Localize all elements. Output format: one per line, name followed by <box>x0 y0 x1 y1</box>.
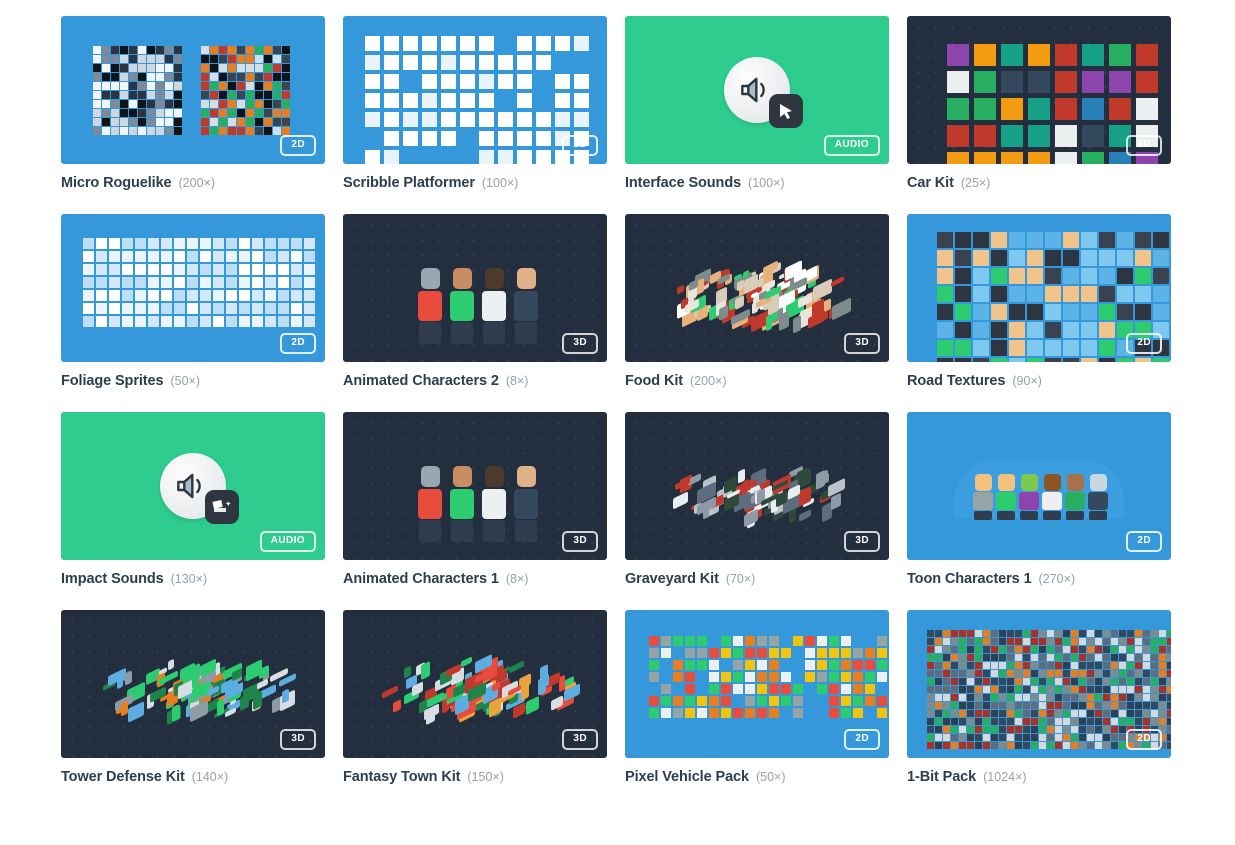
asset-pack-title[interactable]: Toon Characters 1 <box>907 571 1032 587</box>
asset-pack-card[interactable]: 2D 1-Bit Pack (1024×) <box>907 610 1171 785</box>
asset-pack-meta: Interface Sounds (100×) <box>625 175 889 191</box>
asset-type-badge: 3D <box>844 531 880 552</box>
asset-pack-title[interactable]: Tower Defense Kit <box>61 769 185 785</box>
asset-type-badge: 3D <box>562 531 598 552</box>
asset-pack-count: (90×) <box>1012 374 1042 388</box>
asset-type-badge: 2D <box>1126 729 1162 750</box>
asset-pack-title[interactable]: Fantasy Town Kit <box>343 769 460 785</box>
asset-pack-thumbnail[interactable]: 2D <box>343 16 607 164</box>
asset-type-badge: 3D <box>280 729 316 750</box>
asset-pack-meta: Micro Roguelike (200×) <box>61 175 325 191</box>
asset-pack-thumbnail[interactable]: 3D <box>907 16 1171 164</box>
asset-type-badge: 2D <box>280 135 316 156</box>
asset-pack-thumbnail[interactable]: 3D <box>625 214 889 362</box>
asset-type-badge: 2D <box>844 729 880 750</box>
asset-pack-thumbnail[interactable]: 2D <box>625 610 889 758</box>
asset-pack-card[interactable]: 2D Micro Roguelike (200×) <box>61 16 325 191</box>
asset-pack-card[interactable]: 3D Animated Characters 1 (8×) <box>343 412 607 587</box>
asset-pack-title[interactable]: Animated Characters 1 <box>343 571 499 587</box>
asset-pack-title[interactable]: Micro Roguelike <box>61 175 172 191</box>
asset-pack-thumbnail[interactable]: 3D <box>625 412 889 560</box>
asset-pack-thumbnail[interactable]: 3D <box>343 610 607 758</box>
asset-pack-thumbnail[interactable]: 2D <box>907 412 1171 560</box>
asset-pack-count: (140×) <box>191 770 229 784</box>
asset-pack-count: (50×) <box>170 374 200 388</box>
asset-type-badge: 2D <box>280 333 316 354</box>
asset-pack-card[interactable]: 3D Animated Characters 2 (8×) <box>343 214 607 389</box>
asset-pack-meta: Toon Characters 1 (270×) <box>907 571 1171 587</box>
asset-pack-card[interactable]: 2D Road Textures (90×) <box>907 214 1171 389</box>
asset-type-badge: 3D <box>562 729 598 750</box>
asset-pack-card[interactable]: AUDIO Impact Sounds (130×) <box>61 412 325 587</box>
asset-pack-title[interactable]: Scribble Platformer <box>343 175 475 191</box>
asset-pack-meta: Impact Sounds (130×) <box>61 571 325 587</box>
asset-pack-card[interactable]: 2D Toon Characters 1 (270×) <box>907 412 1171 587</box>
asset-pack-thumbnail[interactable]: 3D <box>343 412 607 560</box>
asset-pack-title[interactable]: 1-Bit Pack <box>907 769 976 785</box>
asset-pack-title[interactable]: Impact Sounds <box>61 571 164 587</box>
asset-pack-title[interactable]: Foliage Sprites <box>61 373 164 389</box>
asset-pack-thumbnail[interactable]: 2D <box>61 214 325 362</box>
asset-pack-meta: Animated Characters 2 (8×) <box>343 373 607 389</box>
asset-pack-count: (8×) <box>505 572 529 586</box>
asset-pack-card[interactable]: 2D Scribble Platformer (100×) <box>343 16 607 191</box>
asset-pack-count: (70×) <box>725 572 756 586</box>
asset-pack-card[interactable]: 3D Fantasy Town Kit (150×) <box>343 610 607 785</box>
asset-pack-card[interactable]: 3D Car Kit (25×) <box>907 16 1171 191</box>
asset-type-badge: 2D <box>562 135 598 156</box>
asset-pack-count: (100×) <box>481 176 519 190</box>
asset-pack-count: (200×) <box>690 374 727 388</box>
asset-pack-count: (8×) <box>505 374 529 388</box>
asset-pack-card[interactable]: 3D Food Kit (200×) <box>625 214 889 389</box>
asset-type-badge: AUDIO <box>823 135 880 156</box>
asset-pack-meta: Road Textures (90×) <box>907 373 1171 389</box>
asset-pack-thumbnail[interactable]: 2D <box>61 16 325 164</box>
asset-pack-count: (100×) <box>748 176 785 190</box>
asset-pack-meta: Animated Characters 1 (8×) <box>343 571 607 587</box>
asset-type-badge: AUDIO <box>259 531 316 552</box>
asset-pack-thumbnail[interactable]: 2D <box>907 610 1171 758</box>
asset-pack-count: (25×) <box>960 176 991 190</box>
asset-pack-thumbnail[interactable]: AUDIO <box>61 412 325 560</box>
asset-pack-thumbnail[interactable]: 3D <box>61 610 325 758</box>
asset-pack-count: (150×) <box>467 770 504 784</box>
asset-pack-meta: Fantasy Town Kit (150×) <box>343 769 607 785</box>
asset-pack-meta: Food Kit (200×) <box>625 373 889 389</box>
asset-pack-grid: 2D Micro Roguelike (200×) 2D Scribble Pl… <box>0 0 1235 785</box>
asset-pack-title[interactable]: Car Kit <box>907 175 954 191</box>
asset-pack-meta: Tower Defense Kit (140×) <box>61 769 325 785</box>
asset-pack-meta: Pixel Vehicle Pack (50×) <box>625 769 889 785</box>
asset-pack-card[interactable]: AUDIO Interface Sounds (100×) <box>625 16 889 191</box>
asset-pack-meta: Graveyard Kit (70×) <box>625 571 889 587</box>
asset-pack-title[interactable]: Graveyard Kit <box>625 571 719 587</box>
asset-type-badge: 3D <box>562 333 598 354</box>
asset-pack-title[interactable]: Interface Sounds <box>625 175 741 191</box>
asset-pack-title[interactable]: Food Kit <box>625 373 683 389</box>
asset-pack-count: (270×) <box>1038 572 1076 586</box>
asset-pack-count: (130×) <box>170 572 208 586</box>
asset-pack-count: (50×) <box>755 770 786 784</box>
asset-pack-title[interactable]: Pixel Vehicle Pack <box>625 769 749 785</box>
asset-type-badge: 2D <box>1126 531 1162 552</box>
asset-pack-card[interactable]: 3D Tower Defense Kit (140×) <box>61 610 325 785</box>
asset-pack-card[interactable]: 2D Foliage Sprites (50×) <box>61 214 325 389</box>
asset-type-badge: 2D <box>1126 333 1162 354</box>
asset-pack-count: (1024×) <box>983 770 1027 784</box>
asset-pack-meta: Scribble Platformer (100×) <box>343 175 607 191</box>
asset-pack-title[interactable]: Animated Characters 2 <box>343 373 499 389</box>
asset-pack-card[interactable]: 3D Graveyard Kit (70×) <box>625 412 889 587</box>
asset-pack-card[interactable]: 2D Pixel Vehicle Pack (50×) <box>625 610 889 785</box>
asset-type-badge: 3D <box>1126 135 1162 156</box>
asset-pack-title[interactable]: Road Textures <box>907 373 1005 389</box>
asset-pack-thumbnail[interactable]: 3D <box>343 214 607 362</box>
asset-pack-meta: Car Kit (25×) <box>907 175 1171 191</box>
asset-pack-count: (200×) <box>178 176 215 190</box>
asset-type-badge: 3D <box>844 333 880 354</box>
asset-pack-thumbnail[interactable]: 2D <box>907 214 1171 362</box>
asset-pack-thumbnail[interactable]: AUDIO <box>625 16 889 164</box>
asset-pack-meta: 1-Bit Pack (1024×) <box>907 769 1171 785</box>
asset-pack-meta: Foliage Sprites (50×) <box>61 373 325 389</box>
